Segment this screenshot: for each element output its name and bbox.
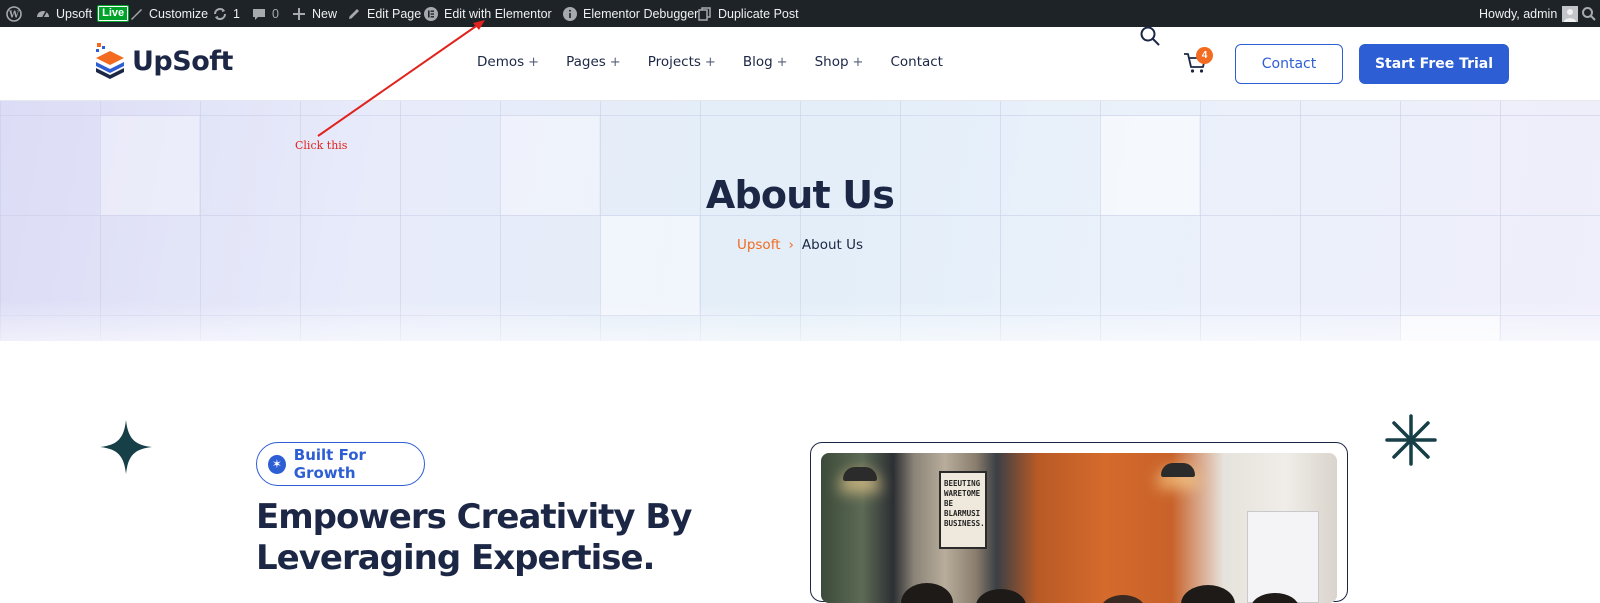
nav-item-contact[interactable]: Contact [890,54,943,70]
dashboard-icon [35,6,51,22]
nav-label: Pages [566,54,606,70]
updates-link[interactable]: 1 [212,0,240,27]
photo-wall-sign: BEEUTING WARETOME BE BLARMUSI BUSINESS. [939,471,987,549]
headline-line-1: Empowers Creativity By [256,497,692,537]
pencil-icon [346,6,362,22]
headline-line-2: Leveraging Expertise. [256,538,655,578]
wordpress-icon: W [6,5,22,22]
svg-text:W: W [8,10,20,20]
comment-icon [251,6,267,22]
howdy-label: Howdy, admin [1479,6,1558,21]
elementor-debugger-link[interactable]: Elementor Debugger [562,0,698,27]
elementor-icon [423,6,439,22]
account-menu[interactable]: Howdy, admin [1479,0,1579,27]
star-badge-icon: ✶ [268,454,286,474]
photo-sign-text: BEEUTING WARETOME BE BLARMUSI BUSINESS. [944,479,985,528]
search-icon[interactable] [1139,25,1161,47]
plus-icon [291,6,307,22]
nav-item-blog[interactable]: Blog + [743,54,788,70]
nav-item-shop[interactable]: Shop + [815,54,864,70]
customize-label: Customize [149,6,209,21]
updates-count: 1 [233,6,240,21]
wp-logo-menu[interactable]: W [6,0,22,27]
edit-page-label: Edit Page [367,6,422,21]
admin-bar: W Upsoft Live Customize 1 0 New Edit Pag… [0,0,1600,27]
breadcrumb-separator-icon: › [788,237,794,253]
edit-with-elementor-link[interactable]: Edit with Elementor [423,0,552,27]
edit-page-link[interactable]: Edit Page [346,0,421,27]
breadcrumb: Upsoft › About Us [0,237,1600,253]
nav-expand-icon: + [609,54,621,70]
nav-expand-icon: + [852,54,864,70]
duplicate-icon [697,6,713,22]
duplicate-post-label: Duplicate Post [718,6,799,21]
asterisk-star-icon [1385,414,1437,466]
duplicate-post-link[interactable]: Duplicate Post [697,0,799,27]
avatar [1562,5,1579,22]
nav-item-projects[interactable]: Projects + [648,54,716,70]
main-nav: Demos + Pages + Projects + Blog + Shop +… [477,54,943,70]
nav-label: Shop [814,54,849,70]
section-tag: ✶ Built For Growth [256,442,425,486]
contact-button[interactable]: Contact [1235,44,1343,84]
nav-expand-icon: + [528,54,540,70]
refresh-icon [212,6,228,22]
nav-label: Demos [477,54,525,70]
breadcrumb-home-link[interactable]: Upsoft [737,237,781,253]
comments-link[interactable]: 0 [251,0,279,27]
nav-expand-icon: + [776,54,788,70]
nav-expand-icon: + [704,54,716,70]
admin-search-button[interactable] [1581,0,1597,27]
info-icon [562,6,578,22]
brush-icon [128,6,144,22]
site-name: Upsoft [56,6,93,21]
nav-item-demos[interactable]: Demos + [477,54,539,70]
annotation-label: Click this [295,139,348,152]
site-logo[interactable]: UpSoft [94,43,233,79]
nav-item-pages[interactable]: Pages + [566,54,621,70]
sparkle-star-icon [100,420,152,474]
new-label: New [312,6,338,21]
cart-count-badge: 4 [1196,47,1213,64]
elementor-debugger-label: Elementor Debugger [583,6,699,21]
site-name-menu[interactable]: Upsoft Live [35,0,130,27]
edit-with-elementor-label: Edit with Elementor [444,6,552,21]
team-photo: BEEUTING WARETOME BE BLARMUSI BUSINESS. [821,453,1337,603]
nav-label: Projects [647,54,701,70]
live-badge: Live [97,5,130,22]
page-title: About Us [705,173,895,217]
search-icon [1581,6,1597,22]
comments-count: 0 [272,6,279,21]
start-free-trial-button[interactable]: Start Free Trial [1359,44,1509,84]
section-headline: Empowers Creativity By Leveraging Expert… [256,497,726,579]
new-content-menu[interactable]: New [291,0,337,27]
logo-text: UpSoft [132,45,233,77]
nav-label: Blog [742,54,773,70]
upsoft-logo-icon [96,43,124,79]
page-hero: About Us Upsoft › About Us [0,101,1600,341]
customize-link[interactable]: Customize [128,0,208,27]
breadcrumb-current: About Us [801,237,864,253]
section-tag-label: Built For Growth [293,446,366,482]
nav-label: Contact [890,54,943,70]
